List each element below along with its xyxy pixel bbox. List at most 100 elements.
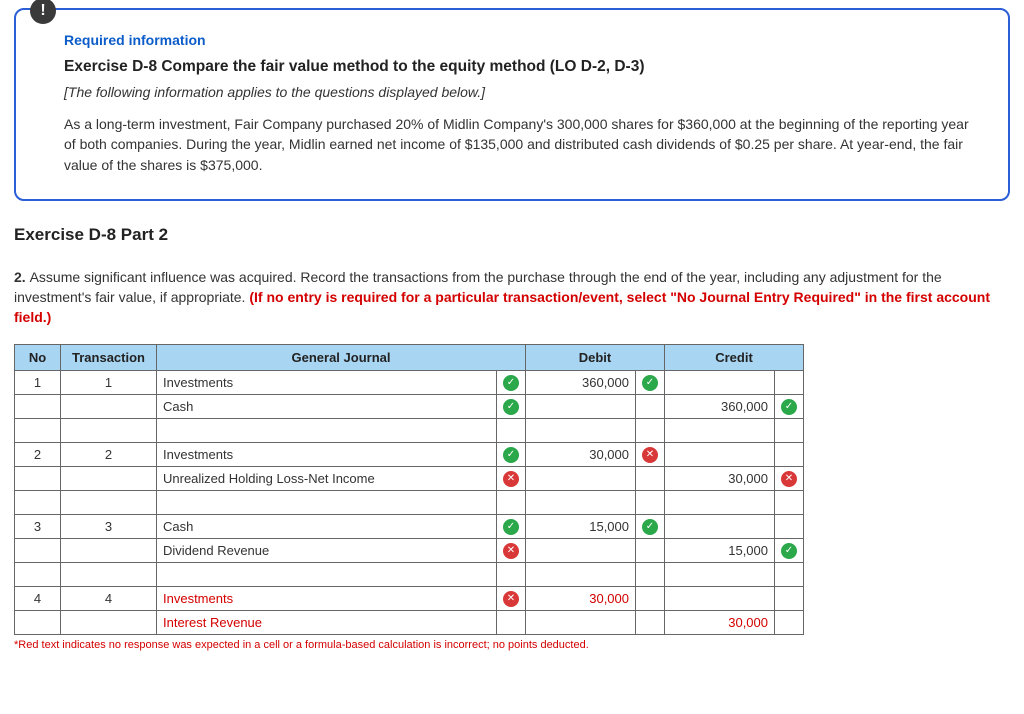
cell-no[interactable]: 2 — [15, 442, 61, 466]
cell-debit-status: ✓ — [636, 370, 665, 394]
check-icon: ✓ — [642, 375, 658, 391]
cell-credit[interactable] — [665, 442, 775, 466]
cell-trans[interactable]: 1 — [61, 370, 157, 394]
cell-status — [497, 562, 526, 586]
cell-credit-status: ✓ — [775, 394, 804, 418]
cell-debit[interactable] — [526, 490, 636, 514]
cell-account[interactable]: Investments — [157, 442, 497, 466]
info-badge-icon: ! — [30, 0, 56, 24]
cell-trans[interactable]: 4 — [61, 586, 157, 610]
th-debit: Debit — [526, 344, 665, 370]
th-general-journal: General Journal — [157, 344, 526, 370]
cell-status: ✓ — [497, 370, 526, 394]
cell-credit-status — [775, 562, 804, 586]
cell-status — [497, 418, 526, 442]
cell-debit-status: ✕ — [636, 442, 665, 466]
cell-no[interactable] — [15, 418, 61, 442]
cell-debit-status — [636, 610, 665, 634]
th-transaction: Transaction — [61, 344, 157, 370]
cell-no[interactable]: 4 — [15, 586, 61, 610]
cell-credit-status — [775, 610, 804, 634]
cell-trans[interactable] — [61, 466, 157, 490]
cell-debit[interactable] — [526, 418, 636, 442]
cell-account[interactable] — [157, 418, 497, 442]
cell-no[interactable] — [15, 490, 61, 514]
cell-debit[interactable]: 15,000 — [526, 514, 636, 538]
cell-debit-status: ✓ — [636, 514, 665, 538]
cell-credit[interactable]: 15,000 — [665, 538, 775, 562]
cell-debit[interactable] — [526, 610, 636, 634]
cross-icon: ✕ — [781, 471, 797, 487]
check-icon: ✓ — [503, 399, 519, 415]
cell-account[interactable]: Investments — [157, 370, 497, 394]
cell-trans[interactable] — [61, 418, 157, 442]
cell-credit[interactable] — [665, 514, 775, 538]
cell-no[interactable]: 1 — [15, 370, 61, 394]
cell-credit[interactable] — [665, 370, 775, 394]
cell-credit-status — [775, 370, 804, 394]
cell-account[interactable]: Unrealized Holding Loss-Net Income — [157, 466, 497, 490]
part-heading: Exercise D-8 Part 2 — [14, 225, 1010, 245]
cell-trans[interactable]: 3 — [61, 514, 157, 538]
cell-credit[interactable] — [665, 490, 775, 514]
cell-debit-status — [636, 394, 665, 418]
footnote: *Red text indicates no response was expe… — [14, 639, 1010, 651]
cell-account[interactable]: Interest Revenue — [157, 610, 497, 634]
cell-status — [497, 610, 526, 634]
cell-no[interactable] — [15, 562, 61, 586]
cell-trans[interactable] — [61, 490, 157, 514]
instruction-text: 2. Assume significant influence was acqu… — [14, 267, 1010, 328]
table-row: Cash✓360,000✓ — [15, 394, 804, 418]
table-row — [15, 490, 804, 514]
cell-no[interactable] — [15, 394, 61, 418]
cell-status: ✓ — [497, 394, 526, 418]
cell-account[interactable]: Cash — [157, 394, 497, 418]
cell-debit-status — [636, 586, 665, 610]
cell-credit[interactable]: 30,000 — [665, 466, 775, 490]
cell-debit[interactable]: 30,000 — [526, 586, 636, 610]
cell-trans[interactable] — [61, 394, 157, 418]
table-row: Dividend Revenue✕15,000✓ — [15, 538, 804, 562]
cell-debit[interactable] — [526, 394, 636, 418]
cell-trans[interactable] — [61, 610, 157, 634]
cell-account[interactable] — [157, 562, 497, 586]
cell-credit[interactable] — [665, 586, 775, 610]
cell-credit-status: ✓ — [775, 538, 804, 562]
cell-trans[interactable]: 2 — [61, 442, 157, 466]
cell-trans[interactable] — [61, 562, 157, 586]
cell-account[interactable]: Dividend Revenue — [157, 538, 497, 562]
cell-debit[interactable]: 360,000 — [526, 370, 636, 394]
cell-no[interactable] — [15, 538, 61, 562]
required-info-label: Required information — [64, 32, 978, 48]
cell-status: ✓ — [497, 442, 526, 466]
cell-debit[interactable] — [526, 562, 636, 586]
th-credit: Credit — [665, 344, 804, 370]
cell-debit[interactable] — [526, 538, 636, 562]
cross-icon: ✕ — [642, 447, 658, 463]
table-row: 22Investments✓30,000✕ — [15, 442, 804, 466]
cell-no[interactable]: 3 — [15, 514, 61, 538]
cell-account[interactable] — [157, 490, 497, 514]
check-icon: ✓ — [503, 375, 519, 391]
cell-debit[interactable]: 30,000 — [526, 442, 636, 466]
check-icon: ✓ — [781, 543, 797, 559]
cell-debit-status — [636, 562, 665, 586]
cell-account[interactable]: Cash — [157, 514, 497, 538]
cell-no[interactable] — [15, 610, 61, 634]
cross-icon: ✕ — [503, 471, 519, 487]
cell-credit[interactable]: 360,000 — [665, 394, 775, 418]
cell-credit[interactable]: 30,000 — [665, 610, 775, 634]
exercise-title: Exercise D-8 Compare the fair value meth… — [64, 58, 978, 76]
cell-debit[interactable] — [526, 466, 636, 490]
cell-no[interactable] — [15, 466, 61, 490]
cell-status: ✕ — [497, 586, 526, 610]
exercise-body: As a long-term investment, Fair Company … — [64, 114, 978, 175]
check-icon: ✓ — [503, 519, 519, 535]
cell-debit-status — [636, 418, 665, 442]
check-icon: ✓ — [503, 447, 519, 463]
journal-table-wrap: No Transaction General Journal Debit Cre… — [14, 344, 1010, 635]
cell-credit[interactable] — [665, 418, 775, 442]
cell-trans[interactable] — [61, 538, 157, 562]
cell-account[interactable]: Investments — [157, 586, 497, 610]
cell-credit[interactable] — [665, 562, 775, 586]
